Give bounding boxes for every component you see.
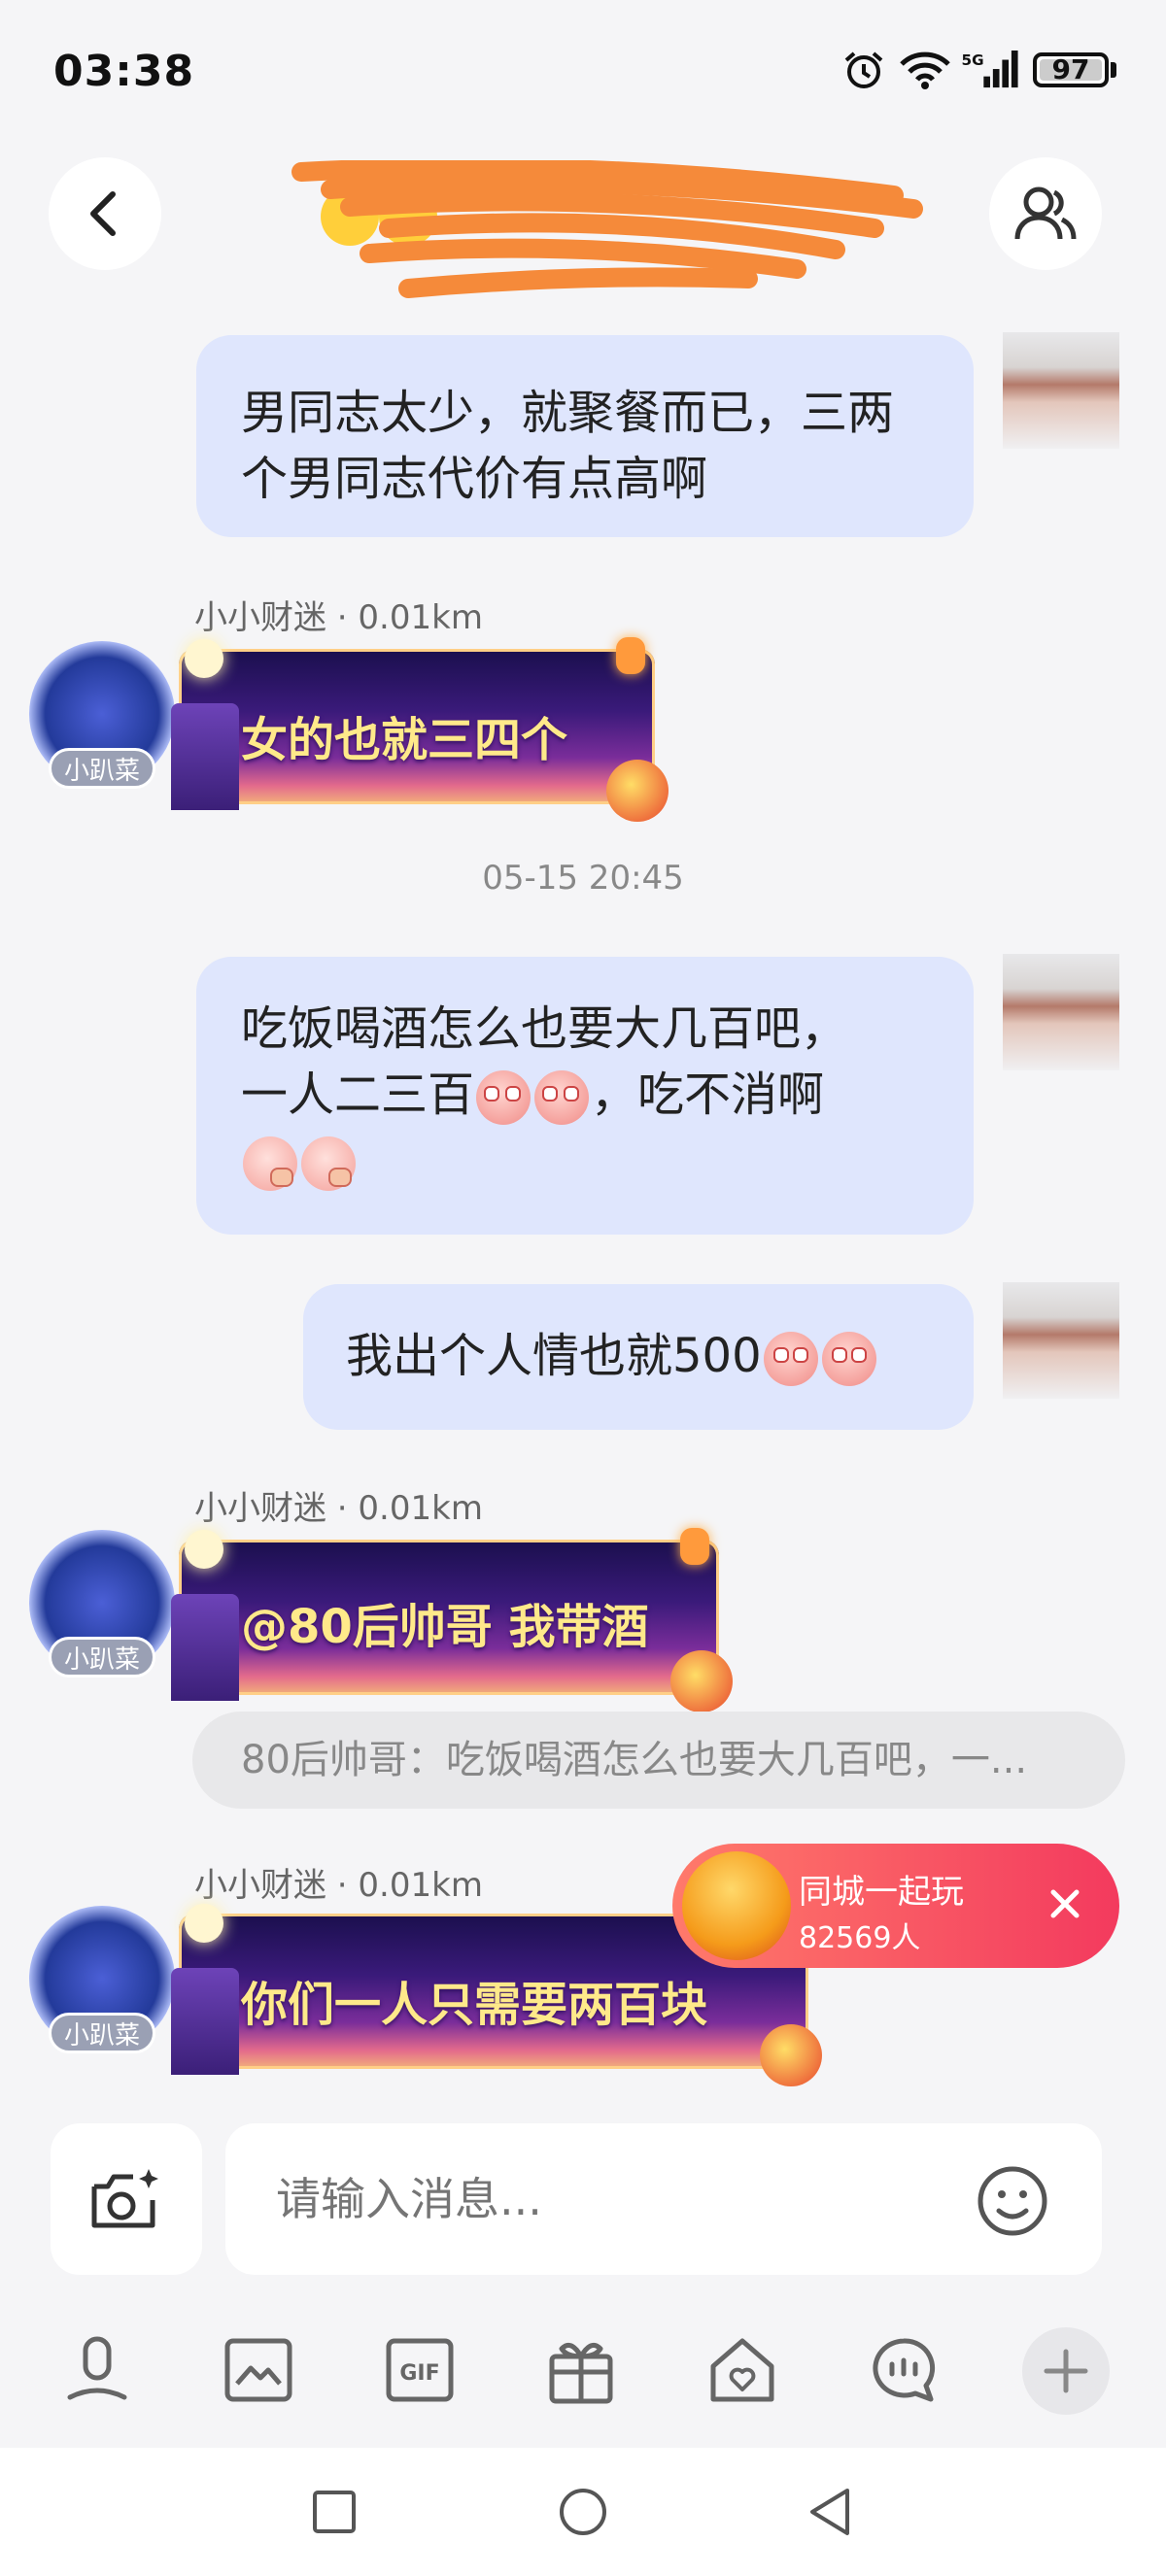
- user-badge: 小趴菜: [49, 748, 155, 789]
- plus-button[interactable]: [1022, 2327, 1110, 2415]
- message-text: 女的也就三四个: [241, 713, 568, 767]
- message-text: 我出个人情也就500: [346, 1329, 762, 1383]
- gif-button[interactable]: GIF: [381, 2331, 459, 2409]
- signal-5g-icon: 5G: [961, 51, 1018, 88]
- message-text: 男同志太少，就聚餐而已，三两个男同志代价有点高啊: [241, 386, 895, 506]
- self-avatar[interactable]: [1003, 954, 1119, 1070]
- message-text-part: ，吃不消啊: [591, 1068, 825, 1122]
- shy-face-emoji-icon: [301, 1136, 356, 1191]
- message-text: @80后帅哥 我带酒: [241, 1600, 649, 1654]
- promo-count: 82569人: [799, 1921, 921, 1955]
- image-button[interactable]: [220, 2331, 297, 2409]
- sender-avatar[interactable]: 小趴菜: [29, 641, 175, 789]
- sender-info: 小小财迷 · 0.01km: [194, 598, 483, 637]
- message-text: 你们一人只需要两百块: [241, 1978, 708, 2032]
- shy-face-emoji-icon: [243, 1136, 297, 1191]
- shocked-face-emoji-icon: [476, 1070, 532, 1125]
- wifi-icon: [900, 51, 950, 89]
- battery-icon: 97: [1033, 52, 1109, 87]
- home-circle-icon[interactable]: [558, 2487, 608, 2537]
- lion-dance-icon: [606, 760, 669, 822]
- voice-icon: [67, 2336, 127, 2400]
- outgoing-message-bubble[interactable]: 吃饭喝酒怎么也要大几百吧， 一人二三百 ，吃不消啊: [196, 957, 974, 1235]
- gift-icon: [549, 2342, 613, 2404]
- home-button[interactable]: [703, 2331, 781, 2409]
- spitting-face-emoji-icon: [821, 1332, 876, 1386]
- battery-tip: [1111, 62, 1116, 78]
- recents-icon[interactable]: [311, 2489, 358, 2535]
- plus-icon: [1044, 2349, 1088, 2393]
- gift-button[interactable]: [542, 2331, 620, 2409]
- self-avatar[interactable]: [1003, 332, 1119, 449]
- message-text-line2: 一人二三百 ，吃不消啊: [241, 1062, 929, 1128]
- gif-icon: GIF: [386, 2338, 454, 2402]
- gift-box-icon: [682, 1851, 791, 1960]
- promo-banner[interactable]: 同城一起玩 82569人: [672, 1844, 1119, 1968]
- group-members-button[interactable]: [989, 157, 1102, 270]
- sender-info: 小小财迷 · 0.01km: [194, 1489, 483, 1528]
- home-heart-icon: [710, 2338, 774, 2402]
- status-time: 03:38: [53, 47, 195, 96]
- outgoing-message-bubble[interactable]: 我出个人情也就500: [303, 1284, 974, 1430]
- message-text-part: 一人二三百: [241, 1068, 475, 1122]
- message-timestamp: 05-15 20:45: [482, 859, 684, 898]
- lion-dance-icon: [760, 2024, 822, 2086]
- alarm-icon: [844, 51, 883, 88]
- user-badge: 小趴菜: [49, 1637, 155, 1678]
- back-triangle-icon[interactable]: [806, 2487, 853, 2537]
- svg-text:5G: 5G: [961, 51, 983, 69]
- emoji-button[interactable]: [974, 2162, 1051, 2240]
- back-button[interactable]: [49, 157, 161, 270]
- image-icon: [224, 2338, 292, 2402]
- incoming-message-bubble[interactable]: @80后帅哥 我带酒: [171, 1528, 733, 1712]
- self-avatar[interactable]: [1003, 1282, 1119, 1399]
- spitting-face-emoji-icon: [763, 1332, 818, 1386]
- sender-avatar[interactable]: 小趴菜: [29, 1530, 175, 1678]
- quoted-reply[interactable]: 80后帅哥：吃饭喝酒怎么也要大几百吧，一...: [192, 1712, 1125, 1809]
- promo-title: 同城一起玩: [799, 1873, 964, 1912]
- group-members-icon: [1014, 186, 1077, 240]
- svg-text:GIF: GIF: [399, 2361, 439, 2386]
- camera-icon: [91, 2169, 158, 2228]
- chat-icon: [873, 2338, 936, 2402]
- sender-info: 小小财迷 · 0.01km: [194, 1866, 483, 1905]
- incoming-message-bubble[interactable]: 女的也就三四个: [171, 637, 669, 822]
- close-icon[interactable]: [1038, 1877, 1092, 1931]
- user-badge: 小趴菜: [49, 2013, 155, 2053]
- battery-level: 97: [1051, 53, 1090, 85]
- voice-button[interactable]: [58, 2331, 136, 2409]
- system-nav-bar: [0, 2448, 1166, 2576]
- message-emoji-line: [241, 1128, 929, 1194]
- chat-button[interactable]: [865, 2331, 943, 2409]
- message-input[interactable]: [225, 2123, 1102, 2275]
- sender-avatar[interactable]: 小趴菜: [29, 1906, 175, 2053]
- chat-title-redacted: [292, 160, 933, 316]
- lion-dance-icon: [670, 1650, 733, 1712]
- status-bar: 03:38 5G 97: [0, 0, 1166, 146]
- redaction-scribble: [292, 160, 923, 298]
- chevron-left-icon: [90, 191, 116, 236]
- message-text-line1: 吃饭喝酒怎么也要大几百吧，: [241, 1001, 848, 1056]
- camera-button[interactable]: [51, 2123, 202, 2275]
- shocked-face-emoji-icon: [534, 1070, 590, 1125]
- outgoing-message-bubble[interactable]: 男同志太少，就聚餐而已，三两个男同志代价有点高啊: [196, 335, 974, 537]
